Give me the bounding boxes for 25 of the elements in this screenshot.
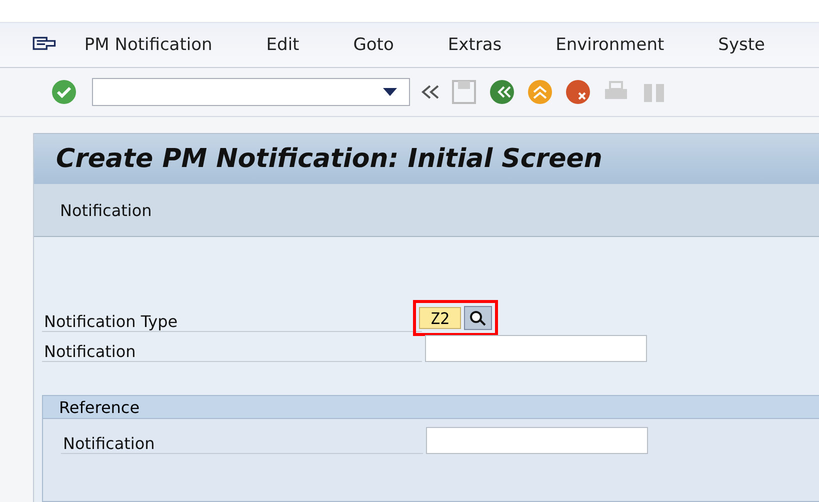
check-icon[interactable] bbox=[50, 78, 78, 106]
input-field[interactable] bbox=[425, 334, 647, 362]
menu-item[interactable]: Environment bbox=[556, 35, 664, 55]
search-icon bbox=[468, 310, 488, 326]
screen-title: Create PM Notification: Initial Screen bbox=[56, 144, 602, 174]
up-icon[interactable] bbox=[526, 78, 554, 106]
menu-item[interactable]: Edit bbox=[266, 35, 300, 55]
field-label: Notification Type bbox=[43, 312, 178, 330]
input-field[interactable]: Z2 bbox=[419, 307, 461, 329]
menu-item[interactable]: Extras bbox=[448, 35, 502, 55]
field-label: Notification bbox=[43, 342, 136, 360]
menu-item[interactable]: PM Notification bbox=[84, 35, 212, 55]
cancel-icon[interactable] bbox=[564, 78, 592, 106]
field-label: Notification bbox=[62, 434, 155, 452]
menu-item[interactable]: Syste bbox=[718, 35, 765, 55]
back-icon[interactable] bbox=[488, 78, 516, 106]
menu-item[interactable]: Goto bbox=[353, 35, 394, 55]
section-title: Notification bbox=[60, 200, 152, 220]
search-button[interactable] bbox=[464, 306, 492, 330]
input-field[interactable] bbox=[426, 426, 648, 454]
save-icon[interactable] bbox=[450, 78, 478, 106]
dropdown-caret-icon bbox=[383, 88, 397, 96]
group-title: Reference bbox=[59, 398, 140, 416]
command-field[interactable] bbox=[92, 78, 410, 106]
double-chevron-icon[interactable] bbox=[420, 85, 440, 99]
